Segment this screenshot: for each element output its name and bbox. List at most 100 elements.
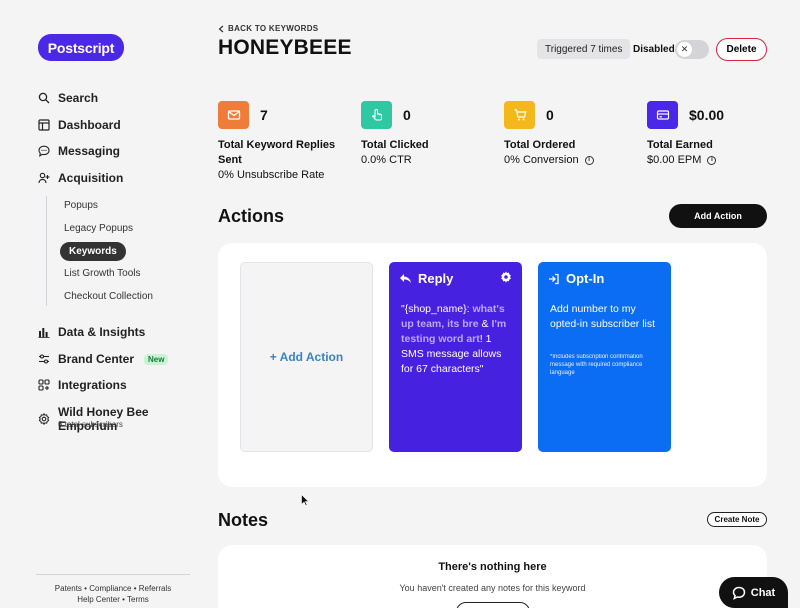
reply-message-text: "{shop_name}: what's up team, its bre & … [401,302,513,377]
enable-toggle[interactable]: ✕ [675,40,709,59]
reply-text-segment: & [478,318,492,330]
new-badge: New [144,353,169,365]
sidebar-item-label: Data & Insights [58,325,146,339]
chat-button[interactable]: Chat [719,577,788,608]
stat-total-ordered: 0 Total Ordered 0% Conversion i [504,101,624,166]
sidebar-item-integrations[interactable]: Integrations [38,378,127,392]
sidebar-subitem-list-growth-tools[interactable]: List Growth Tools [64,268,141,279]
add-action-card[interactable]: + Add Action [240,262,373,452]
cart-icon [504,101,535,129]
sidebar-item-label: Dashboard [58,118,121,132]
stat-value: 7 [260,107,268,123]
mail-icon [218,101,249,129]
submenu-divider [46,196,47,306]
mouse-cursor-icon [301,494,309,506]
back-to-keywords-link[interactable]: BACK TO KEYWORDS [218,24,318,33]
info-icon[interactable]: i [707,155,717,165]
stat-subtext-value: 0% Unsubscribe Rate [218,169,325,181]
delete-button[interactable]: Delete [716,38,767,61]
optin-card-title: Opt-In [566,271,605,286]
layout-icon [38,119,50,131]
stat-label: Total Keyword Replies Sent [218,139,336,166]
footer-link-terms[interactable]: Terms [127,595,149,604]
gear-icon [38,413,50,425]
sidebar-item-data-insights[interactable]: Data & Insights [38,325,145,339]
stat-subtext: $0.00 EPM i [647,154,767,166]
sign-in-icon [549,273,559,284]
search-icon [38,92,50,104]
reply-card-header: Reply [399,271,453,286]
stat-subtext: 0% Unsubscribe Rate [218,169,338,181]
footer-separator: • [133,584,137,593]
stat-subtext: 0% Conversion i [504,154,624,166]
sliders-icon [38,353,50,365]
sidebar-item-acquisition[interactable]: Acquisition [38,171,123,185]
postscript-logo[interactable]: Postscript [38,34,124,61]
user-plus-icon [38,172,50,184]
footer-link-referrals[interactable]: Referrals [139,584,171,593]
stat-subtext-value: 0.0% CTR [361,154,412,166]
bar-chart-icon [38,326,50,338]
info-icon[interactable]: i [584,155,594,165]
stat-value: 0 [403,107,411,123]
reply-card-title: Reply [418,271,454,286]
close-icon: ✕ [677,42,692,57]
sidebar-item-label: Brand Center [58,352,135,366]
back-label: BACK TO KEYWORDS [228,24,319,33]
footer-link-compliance[interactable]: Compliance [89,584,131,593]
notes-heading: Notes [218,510,269,530]
actions-panel: + Add Action Reply "{shop_name}: what's … [218,243,767,487]
empty-state-button[interactable] [456,602,530,608]
optin-compliance-note: *Includes subscription confirmation mess… [550,354,643,376]
pointer-icon [361,101,392,129]
sidebar-subitem-legacy-popups[interactable]: Legacy Popups [64,223,133,234]
stat-keyword-replies: 7 Total Keyword Replies Sent 0% Unsubscr… [218,101,338,181]
sidebar-item-label: Acquisition [58,171,124,185]
sidebar-item-search[interactable]: Search [38,91,98,105]
stat-label: Total Ordered [504,139,576,151]
optin-action-card[interactable]: Opt-In Add number to my opted-in subscri… [538,262,671,452]
stat-subtext: 0.0% CTR [361,154,481,166]
subscriber-count: 6 total subscribers [58,420,123,429]
reply-text-segment: "{shop_name}: [401,303,473,315]
footer-links-row-1: Patents • Compliance • Referrals [36,584,190,593]
reply-action-card[interactable]: Reply "{shop_name}: what's up team, its … [389,262,522,452]
add-action-button[interactable]: Add Action [669,204,767,228]
footer-links-row-2: Help Center • Terms [36,595,190,604]
sidebar-item-brand-center[interactable]: Brand Center New [38,352,169,366]
sidebar-item-label: Search [58,91,99,105]
stat-value: $0.00 [689,107,725,123]
stat-subtext-value: $0.00 EPM [647,154,702,166]
empty-state-title: There's nothing here [438,561,547,573]
footer-divider [36,574,190,575]
reply-arrow-icon [400,274,411,283]
stat-total-earned: $0.00 Total Earned $0.00 EPM i [647,101,767,166]
stat-label: Total Earned [647,139,713,151]
sidebar-subitem-popups[interactable]: Popups [64,200,98,211]
chat-label: Chat [750,586,776,599]
actions-heading: Actions [218,206,285,226]
gear-icon[interactable] [500,271,512,283]
triggered-count-badge: Triggered 7 times [537,39,631,59]
sidebar-item-label: Messaging [58,144,121,158]
sidebar-item-label: Integrations [58,378,127,392]
stat-value: 0 [546,107,554,123]
footer-link-patents[interactable]: Patents [55,584,82,593]
chat-bubble-icon [732,586,746,600]
chat-bubble-icon [38,145,50,157]
stat-label: Total Clicked [361,139,429,151]
create-note-button[interactable]: Create Note [707,512,767,527]
footer-link-help-center[interactable]: Help Center [77,595,120,604]
sidebar-item-messaging[interactable]: Messaging [38,144,120,158]
stat-subtext-value: 0% Conversion [504,154,579,166]
status-label: Disabled [633,44,675,55]
sidebar: Postscript Search Dashboard Messaging Ac… [0,0,196,608]
sidebar-subitem-keywords[interactable]: Keywords [60,242,126,261]
sidebar-subitem-checkout-collection[interactable]: Checkout Collection [64,291,153,302]
footer-separator: • [84,584,87,593]
sidebar-item-dashboard[interactable]: Dashboard [38,118,121,132]
stat-total-clicked: 0 Total Clicked 0.0% CTR [361,101,481,166]
optin-description: Add number to my opted-in subscriber lis… [550,303,656,330]
wallet-icon [647,101,678,129]
grid-plus-icon [38,379,50,391]
